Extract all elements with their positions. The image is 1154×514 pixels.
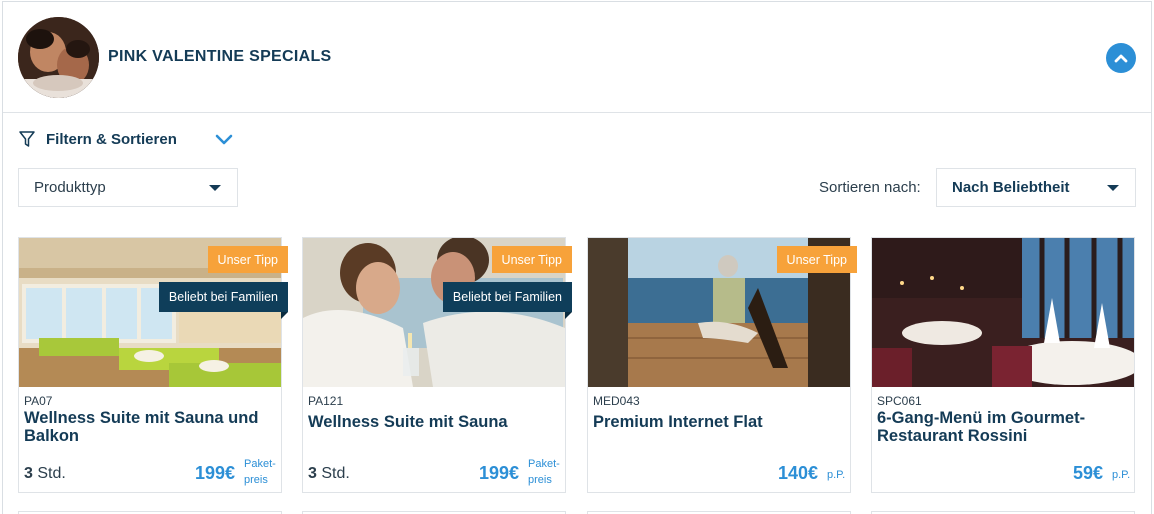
badge-unser-tipp: Unser Tipp — [776, 246, 857, 273]
caret-down-icon — [209, 185, 221, 191]
product-image — [872, 238, 1134, 387]
product-name: Wellness Suite mit Sauna und Balkon — [24, 409, 259, 445]
product-code: PA07 — [24, 394, 53, 408]
product-price: 59€ — [1073, 463, 1104, 483]
badge-family: Beliebt bei Familien — [158, 282, 289, 319]
product-card[interactable]: Unser Tipp MED043 Premium Internet Flat … — [587, 237, 857, 493]
price-note-line1: p.P. — [1112, 469, 1131, 481]
filter-toggle[interactable]: Filtern & Sortieren — [18, 130, 177, 149]
product-price: 199€ — [479, 463, 520, 483]
price-note-line1: p.P. — [827, 469, 846, 481]
price-note: Paket- preis — [528, 456, 560, 488]
product-type-select[interactable]: Produkttyp — [18, 168, 238, 207]
product-name: 6-Gang-Menü im Gourmet-Restaurant Rossin… — [877, 409, 1086, 445]
sort-value: Nach Beliebtheit — [952, 179, 1070, 196]
product-card[interactable]: Unser Tipp Beliebt bei Familien PA121 We… — [302, 237, 573, 493]
duration-value: 3 — [308, 465, 317, 482]
price-note-line1: Paket- — [528, 458, 560, 470]
product-card[interactable]: Unser Tipp Beliebt bei Familien PA07 Wel… — [18, 237, 289, 493]
badge-unser-tipp: Unser Tipp — [491, 246, 572, 273]
badge-unser-tipp: Unser Tipp — [207, 246, 288, 273]
chevron-up-icon — [1114, 54, 1128, 63]
product-price: 140€ — [778, 463, 819, 483]
filter-expand-button[interactable] — [215, 133, 233, 152]
sort-select[interactable]: Nach Beliebtheit — [936, 168, 1136, 207]
duration-value: 3 — [24, 465, 33, 482]
collapse-button[interactable] — [1106, 43, 1136, 73]
price-note: p.P. — [827, 467, 845, 483]
product-price: 199€ — [195, 463, 236, 483]
couple-photo — [18, 17, 99, 98]
price-note: p.P. — [1112, 467, 1130, 483]
price-note-line2: preis — [244, 474, 268, 486]
filter-label: Filtern & Sortieren — [46, 131, 177, 148]
product-duration: 3 Std. — [24, 465, 66, 483]
sort-label: Sortieren nach: — [819, 179, 921, 196]
product-code: SPC061 — [877, 394, 922, 408]
badge-family: Beliebt bei Familien — [442, 282, 573, 319]
product-duration: 3 Std. — [308, 465, 350, 483]
product-code: PA121 — [308, 394, 344, 408]
funnel-icon — [19, 131, 35, 147]
section-title: PINK VALENTINE SPECIALS — [108, 48, 332, 65]
price-note-line1: Paket- — [244, 458, 276, 470]
product-name: Wellness Suite mit Sauna — [308, 413, 508, 431]
section-header: PINK VALENTINE SPECIALS — [3, 2, 1151, 113]
product-name: Premium Internet Flat — [593, 413, 763, 431]
price-note-line2: preis — [528, 474, 552, 486]
chevron-down-icon — [215, 134, 233, 145]
product-type-value: Produkttyp — [34, 179, 106, 196]
duration-unit: Std. — [316, 465, 350, 482]
product-card[interactable]: SPC061 6-Gang-Menü im Gourmet-Restaurant… — [871, 237, 1135, 493]
product-code: MED043 — [593, 394, 640, 408]
caret-down-icon — [1107, 185, 1119, 191]
section-avatar — [18, 17, 99, 98]
duration-unit: Std. — [32, 465, 66, 482]
price-note: Paket- preis — [244, 456, 276, 488]
